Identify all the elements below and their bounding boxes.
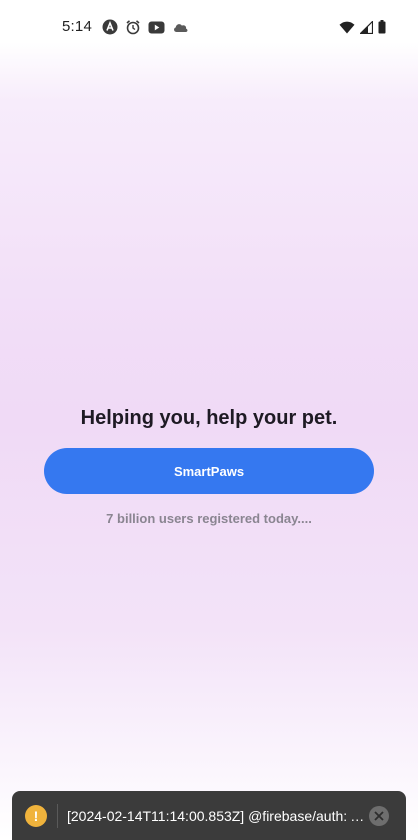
system-icons — [339, 19, 386, 34]
cellular-signal-icon — [359, 19, 374, 34]
registration-tagline: 7 billion users registered today.... — [106, 511, 312, 526]
warning-toast[interactable]: ! [2024-02-14T11:14:00.853Z] @firebase/a… — [12, 791, 406, 840]
warning-icon: ! — [25, 804, 47, 827]
notification-icons — [102, 19, 189, 35]
toast-message: [2024-02-14T11:14:00.853Z] @firebase/aut… — [67, 807, 365, 824]
cloud-icon — [172, 21, 189, 33]
status-time: 5:14 — [62, 18, 92, 35]
toast-divider — [57, 803, 58, 828]
page-title: Helping you, help your pet. — [80, 407, 338, 429]
smartpaws-button[interactable]: SmartPaws — [44, 448, 374, 494]
android-a-icon — [102, 19, 118, 35]
youtube-icon — [148, 21, 165, 34]
status-bar: 5:14 — [0, 0, 418, 56]
alarm-icon — [125, 19, 141, 35]
wifi-icon — [339, 21, 355, 34]
close-icon[interactable] — [369, 805, 389, 826]
battery-icon — [378, 20, 386, 34]
